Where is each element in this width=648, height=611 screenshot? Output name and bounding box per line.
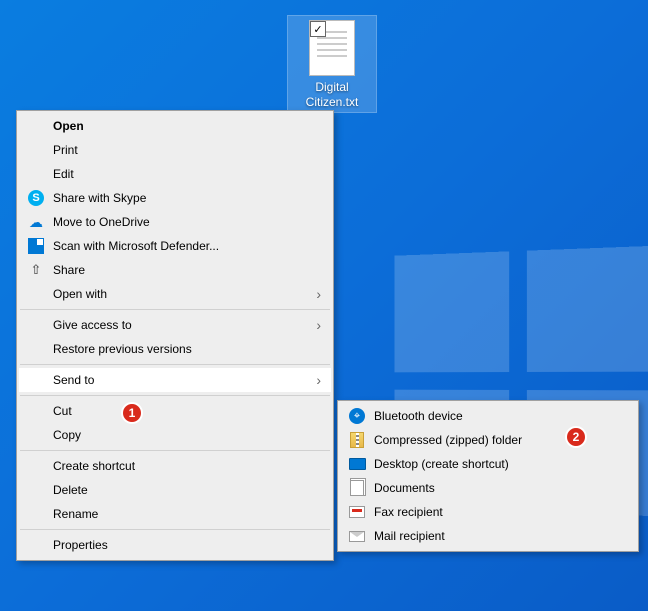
menu-rename[interactable]: Rename <box>19 502 331 526</box>
chevron-right-icon: › <box>316 286 321 302</box>
submenu-bluetooth[interactable]: ⌖Bluetooth device <box>340 404 636 428</box>
menu-share-skype[interactable]: SShare with Skype <box>19 186 331 210</box>
annotation-badge-2: 2 <box>565 426 587 448</box>
text-file-icon: ✓ <box>309 20 355 76</box>
fax-icon <box>348 503 366 521</box>
submenu-fax[interactable]: Fax recipient <box>340 500 636 524</box>
menu-delete[interactable]: Delete <box>19 478 331 502</box>
separator <box>20 395 330 396</box>
chevron-right-icon: › <box>316 372 321 388</box>
share-icon: ⇧ <box>27 261 45 279</box>
menu-open-with[interactable]: Open with› <box>19 282 331 306</box>
submenu-mail[interactable]: Mail recipient <box>340 524 636 548</box>
chevron-right-icon: › <box>316 317 321 333</box>
separator <box>20 364 330 365</box>
separator <box>20 450 330 451</box>
menu-edit[interactable]: Edit <box>19 162 331 186</box>
menu-move-onedrive[interactable]: ☁Move to OneDrive <box>19 210 331 234</box>
submenu-zip[interactable]: Compressed (zipped) folder <box>340 428 636 452</box>
send-to-submenu: ⌖Bluetooth device Compressed (zipped) fo… <box>337 400 639 552</box>
menu-give-access[interactable]: Give access to› <box>19 313 331 337</box>
desktop-file[interactable]: ✓ Digital Citizen.txt <box>288 16 376 112</box>
desktop-icon <box>348 455 366 473</box>
submenu-documents[interactable]: Documents <box>340 476 636 500</box>
mail-icon <box>348 527 366 545</box>
menu-restore-versions[interactable]: Restore previous versions <box>19 337 331 361</box>
menu-create-shortcut[interactable]: Create shortcut <box>19 454 331 478</box>
bluetooth-icon: ⌖ <box>348 407 366 425</box>
onedrive-icon: ☁ <box>27 213 45 231</box>
menu-copy[interactable]: Copy <box>19 423 331 447</box>
skype-icon: S <box>27 189 45 207</box>
defender-icon <box>27 237 45 255</box>
separator <box>20 529 330 530</box>
menu-print[interactable]: Print <box>19 138 331 162</box>
menu-scan-defender[interactable]: Scan with Microsoft Defender... <box>19 234 331 258</box>
documents-icon <box>348 479 366 497</box>
context-menu: Open Print Edit SShare with Skype ☁Move … <box>16 110 334 561</box>
menu-properties[interactable]: Properties <box>19 533 331 557</box>
submenu-desktop-shortcut[interactable]: Desktop (create shortcut) <box>340 452 636 476</box>
menu-share[interactable]: ⇧Share <box>19 258 331 282</box>
separator <box>20 309 330 310</box>
menu-open[interactable]: Open <box>19 114 331 138</box>
annotation-badge-1: 1 <box>121 402 143 424</box>
zip-icon <box>348 431 366 449</box>
file-name-label: Digital Citizen.txt <box>290 80 374 110</box>
menu-send-to[interactable]: Send to› <box>19 368 331 392</box>
menu-cut[interactable]: Cut <box>19 399 331 423</box>
selection-checkbox[interactable]: ✓ <box>310 21 326 37</box>
